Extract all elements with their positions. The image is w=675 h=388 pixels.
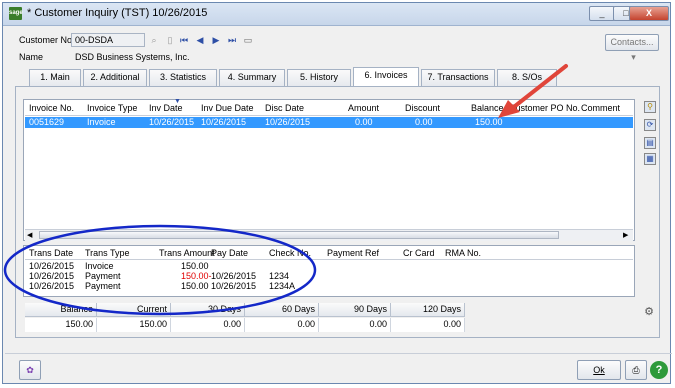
annotation-oval — [3, 224, 317, 316]
annotation-arrow-shaft — [508, 64, 568, 112]
annotation-overlay — [3, 64, 568, 316]
